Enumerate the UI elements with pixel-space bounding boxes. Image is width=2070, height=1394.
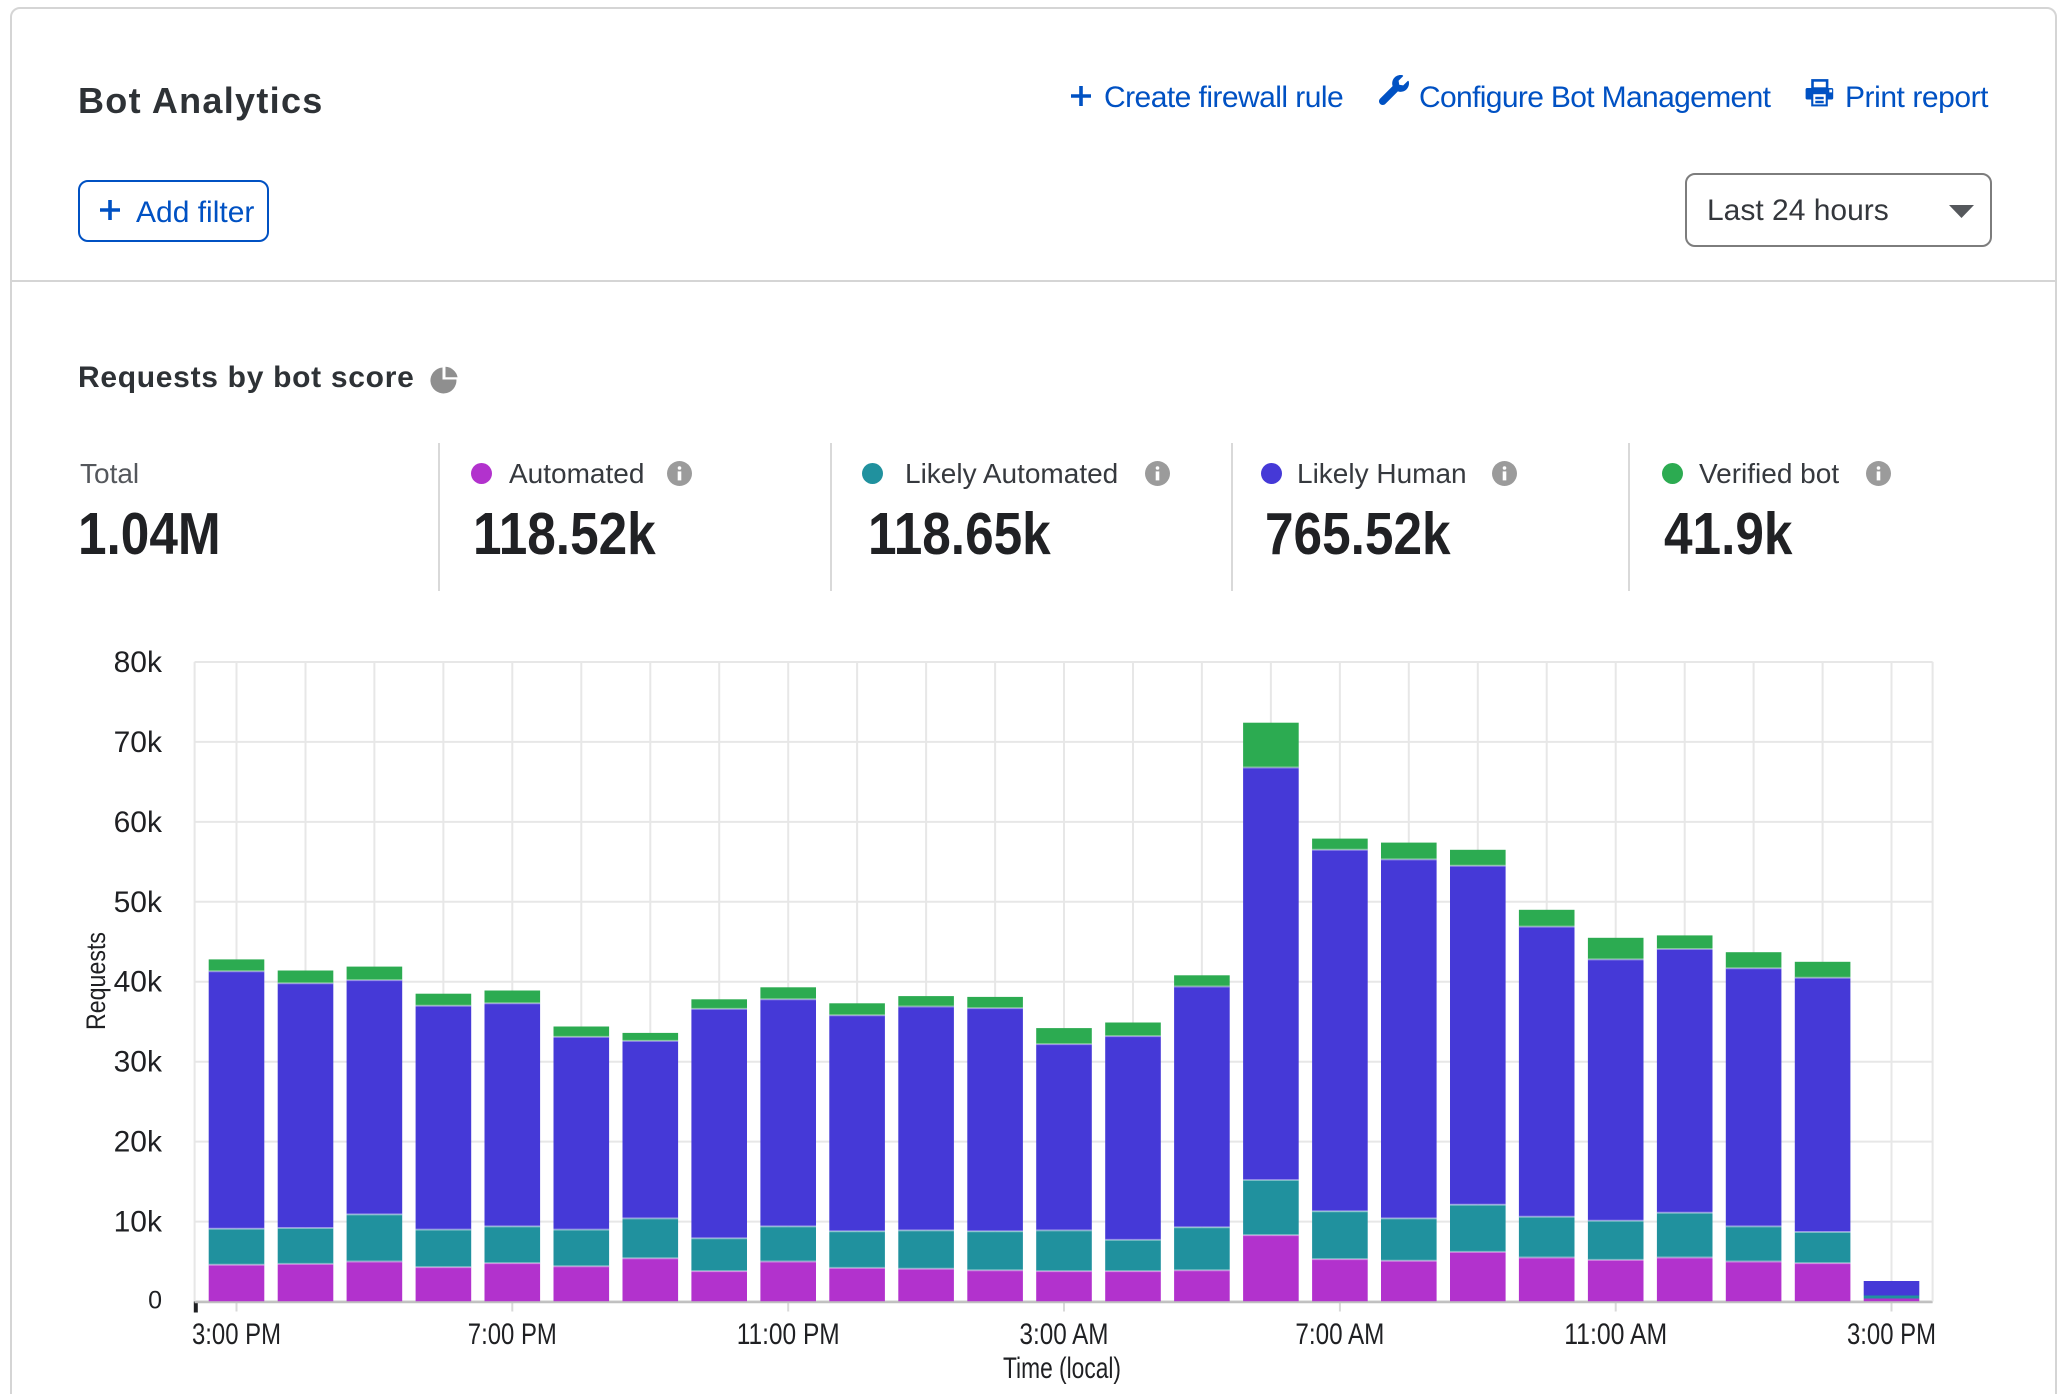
svg-text:3:00 PM: 3:00 PM [1847,1318,1936,1351]
svg-text:3:00 AM: 3:00 AM [1020,1318,1109,1351]
svg-text:Requests: Requests [81,932,111,1030]
svg-text:7:00 PM: 7:00 PM [468,1318,557,1351]
svg-text:Time (local): Time (local) [1003,1352,1121,1385]
svg-text:70k: 70k [114,726,163,759]
svg-text:50k: 50k [114,886,163,919]
svg-text:60k: 60k [114,806,163,839]
svg-text:0: 0 [148,1287,162,1315]
svg-text:20k: 20k [114,1126,163,1159]
svg-text:30k: 30k [114,1046,163,1079]
svg-text:11:00 AM: 11:00 AM [1564,1318,1667,1351]
svg-text:3:00 PM: 3:00 PM [192,1318,281,1351]
svg-text:40k: 40k [114,966,163,999]
svg-text:11:00 PM: 11:00 PM [737,1318,840,1351]
svg-text:10k: 10k [114,1206,163,1239]
svg-text:80k: 80k [114,646,163,679]
svg-text:7:00 AM: 7:00 AM [1295,1318,1384,1351]
